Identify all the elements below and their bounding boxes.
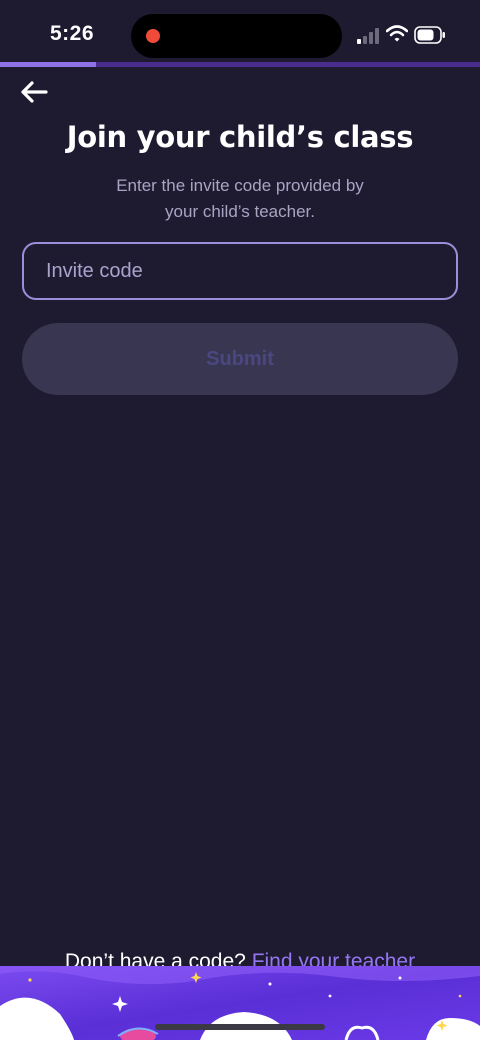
- status-time: 5:26: [50, 22, 95, 45]
- subtitle-line-1: Enter the invite code provided by: [116, 176, 364, 195]
- subtitle-line-2: your child’s teacher.: [165, 202, 315, 221]
- dynamic-island: [131, 14, 342, 58]
- recording-indicator-icon: [146, 29, 160, 43]
- home-indicator: [155, 1024, 325, 1030]
- cellular-signal-icon: [357, 28, 379, 44]
- progress-bar-fill: [0, 62, 96, 67]
- submit-button[interactable]: Submit: [22, 323, 458, 395]
- status-bar: 5:26: [0, 0, 480, 62]
- page-subtitle: Enter the invite code provided by your c…: [60, 173, 420, 225]
- back-button[interactable]: [14, 76, 54, 108]
- invite-code-input[interactable]: [22, 242, 458, 300]
- onboarding-progress-bar: [0, 62, 480, 67]
- arrow-left-icon: [21, 81, 48, 103]
- wifi-icon: [386, 25, 408, 42]
- battery-icon: [414, 26, 445, 44]
- page-title: Join your child’s class: [66, 120, 414, 154]
